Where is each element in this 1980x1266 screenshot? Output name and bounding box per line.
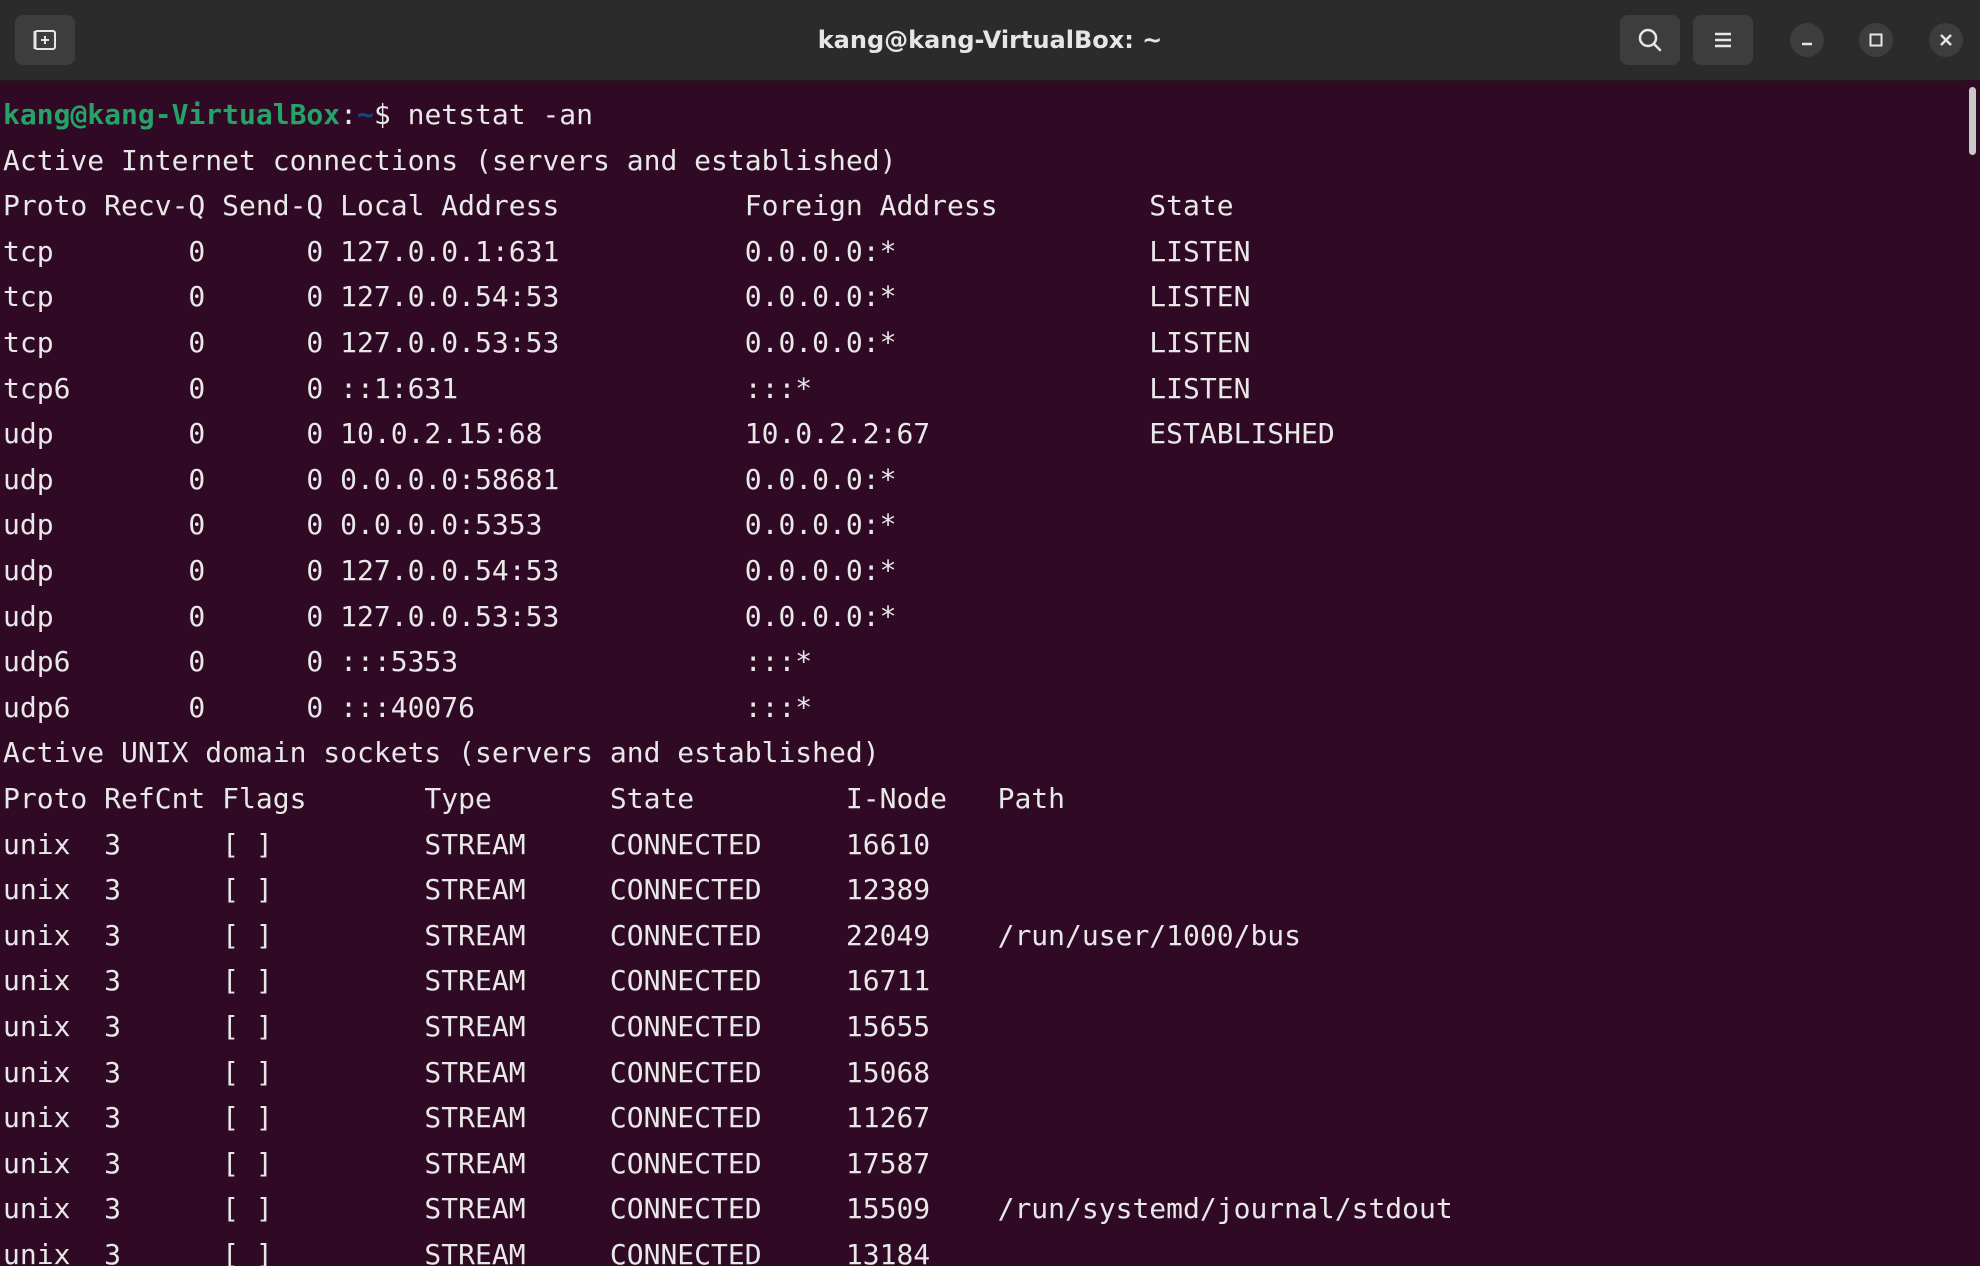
prompt-line: kang@kang-VirtualBox:~$ netstat -an <box>3 92 593 138</box>
minimize-button[interactable] <box>1790 23 1824 57</box>
output-line: Active UNIX domain sockets (servers and … <box>3 736 880 770</box>
close-button[interactable] <box>1929 23 1963 57</box>
output-line: udp 0 0 127.0.0.54:53 0.0.0.0:* <box>3 554 1335 587</box>
prompt-path: ~ <box>357 98 374 131</box>
close-icon <box>1940 34 1952 46</box>
hamburger-menu-icon <box>1715 32 1731 48</box>
output-line: unix 3 [ ] STREAM CONNECTED 12389 <box>3 873 998 907</box>
prompt-symbol: $ <box>373 98 408 131</box>
output-line: udp6 0 0 :::5353 :::* <box>3 645 1335 679</box>
output-line: unix 3 [ ] STREAM CONNECTED 17587 <box>3 1146 998 1180</box>
prompt-user-host: kang@kang-VirtualBox <box>3 98 341 131</box>
output-line: Active Internet connections (servers and… <box>3 143 897 177</box>
output-line: unix 3 [ ] STREAM CONNECTED 13184 <box>3 1238 998 1266</box>
output-line: unix 3 [ ] STREAM CONNECTED 16711 <box>3 964 998 998</box>
output-line: unix 3 [ ] STREAM CONNECTED 15655 <box>3 1010 998 1043</box>
output-line: tcp 0 0 127.0.0.53:53 0.0.0.0:* LISTEN <box>3 326 1335 359</box>
maximize-icon <box>1869 33 1883 47</box>
search-button[interactable] <box>1620 15 1680 65</box>
output-line: udp 0 0 0.0.0.0:58681 0.0.0.0:* <box>3 462 1335 496</box>
output-line: Proto Recv-Q Send-Q Local Address Foreig… <box>3 189 1335 223</box>
output-line: Proto RefCnt Flags Type State I-Node Pat… <box>3 782 1066 815</box>
terminal-output[interactable]: kang@kang-VirtualBox:~$ netstat -an Acti… <box>0 92 1965 1266</box>
output-line: udp 0 0 127.0.0.53:53 0.0.0.0:* <box>3 599 1335 633</box>
output-line: udp 0 0 0.0.0.0:5353 0.0.0.0:* <box>3 508 1335 542</box>
output-line: tcp6 0 0 ::1:631 :::* LISTEN <box>3 371 1335 405</box>
output-line: unix 3 [ ] STREAM CONNECTED 16610 <box>3 827 998 861</box>
output-line: unix 3 [ ] STREAM CONNECTED 22049 /run/u… <box>3 918 1302 952</box>
output-line: unix 3 [ ] STREAM CONNECTED 11267 <box>3 1101 998 1135</box>
menu-button[interactable] <box>1693 15 1753 65</box>
output-line: udp6 0 0 :::40076 :::* <box>3 690 1335 724</box>
output-line: unix 3 [ ] STREAM CONNECTED 15068 <box>3 1055 998 1089</box>
window-title: kang@kang-VirtualBox: ~ <box>817 26 1163 54</box>
output-line: udp 0 0 10.0.2.15:68 10.0.2.2:67 ESTABLI… <box>3 417 1335 451</box>
prompt-colon: : <box>340 98 358 131</box>
maximize-button[interactable] <box>1859 23 1893 57</box>
title-bar[interactable]: kang@kang-VirtualBox: ~ <box>0 0 1980 81</box>
output-line: tcp 0 0 127.0.0.1:631 0.0.0.0:* LISTEN <box>3 234 1335 268</box>
output-line: tcp 0 0 127.0.0.54:53 0.0.0.0:* LISTEN <box>3 280 1335 314</box>
scrollbar-thumb[interactable] <box>1969 87 1976 155</box>
search-icon <box>1638 28 1662 52</box>
terminal-window: kang@kang-VirtualBox: ~ kang@kang-Virtua… <box>0 0 1980 1266</box>
minimize-icon <box>1802 42 1812 46</box>
scrollbar[interactable] <box>1965 80 1980 1266</box>
command-text: netstat -an <box>407 98 594 131</box>
output-line: unix 3 [ ] STREAM CONNECTED 15509 /run/s… <box>3 1192 1453 1226</box>
